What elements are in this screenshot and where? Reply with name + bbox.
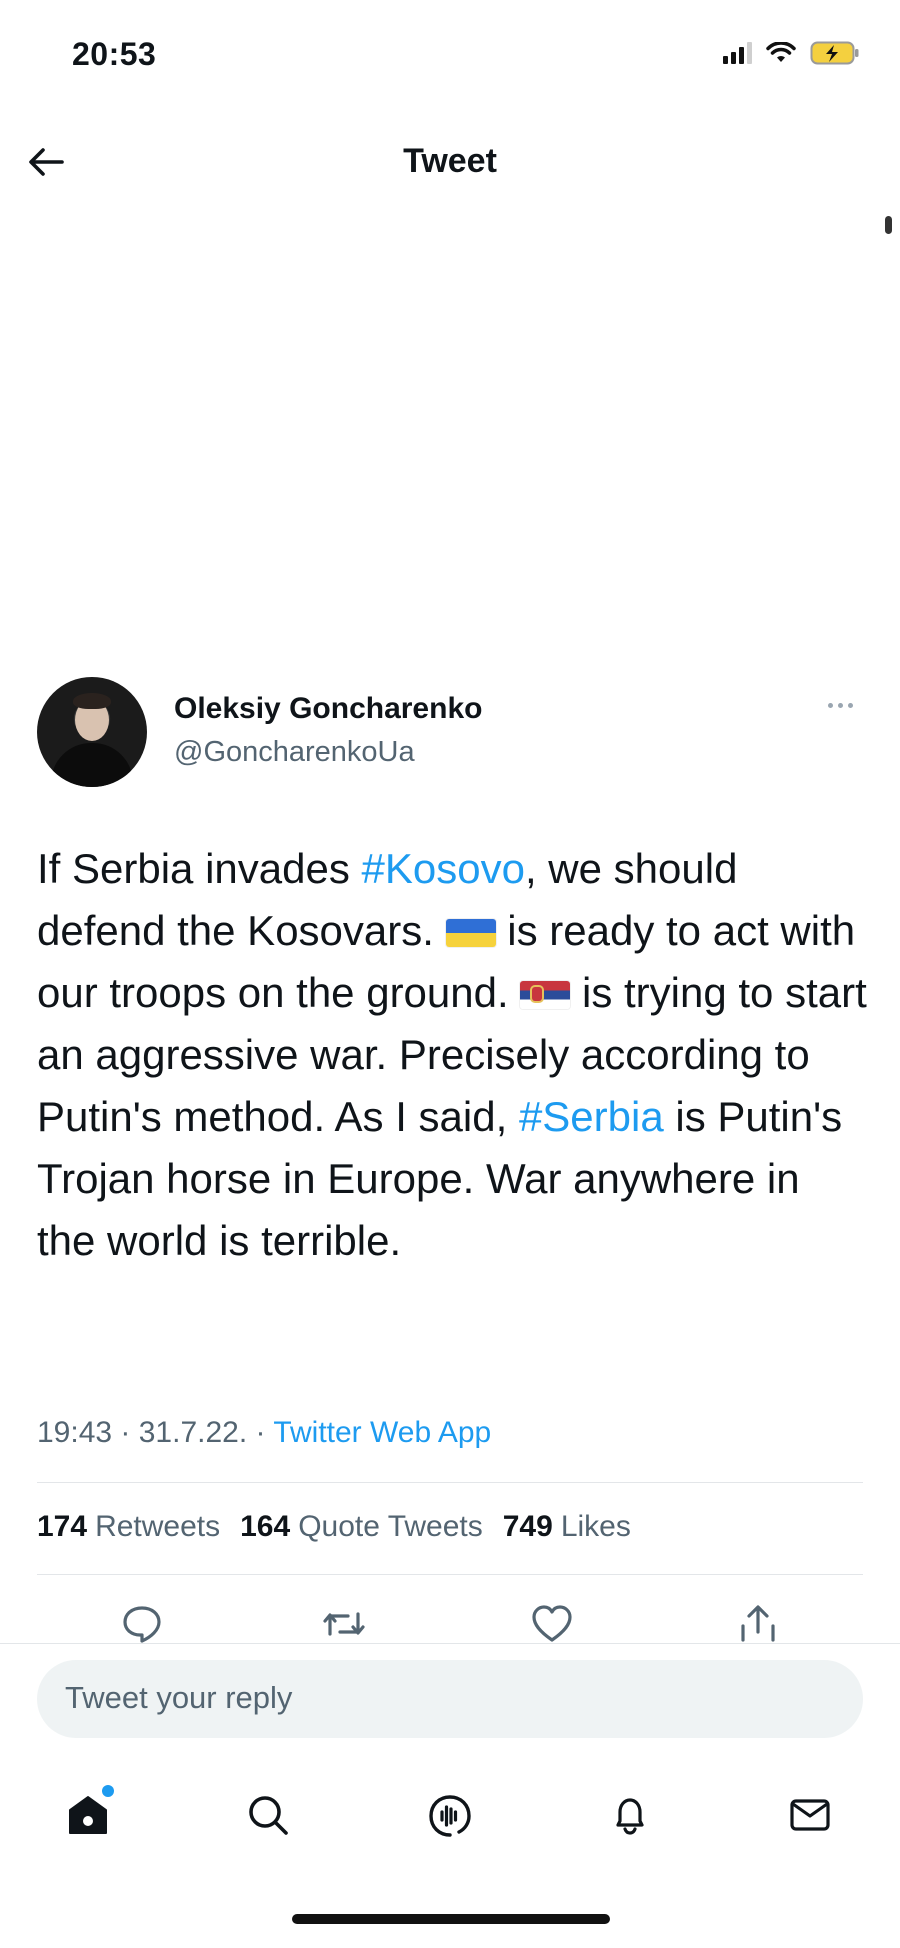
quote-tweets-stat[interactable]: 164 Quote Tweets [240,1510,483,1544]
home-icon [69,1796,107,1834]
author-name[interactable]: Oleksiy Goncharenko [174,692,482,726]
retweet-icon [323,1612,365,1636]
tweet-meta: 19:43 · 31.7.22. · Twitter Web App [37,1416,492,1449]
scroll-indicator [885,216,892,234]
reply-bar-divider [0,1643,900,1644]
share-button[interactable] [734,1600,782,1648]
reply-button[interactable] [118,1600,166,1648]
like-button[interactable] [528,1600,576,1648]
tweet-source-link[interactable]: Twitter Web App [273,1416,491,1449]
page-title: Tweet [403,142,497,180]
spaces-icon [429,1795,471,1837]
battery-charging-icon [810,41,859,65]
share-icon [741,1605,775,1642]
divider [37,1482,863,1483]
search-icon [249,1796,288,1835]
tab-search[interactable] [240,1787,296,1843]
reply-icon [123,1606,161,1643]
retweets-stat[interactable]: 174 Retweets [37,1510,220,1544]
like-icon [532,1605,572,1642]
divider [37,1574,863,1575]
retweet-button[interactable] [320,1600,368,1648]
more-dots-icon [827,702,833,708]
tweet-stats: 174 Retweets 164 Quote Tweets 749 Likes [37,1510,631,1544]
status-icons [723,40,860,66]
tab-home[interactable] [60,1785,116,1843]
reply-placeholder: Tweet your reply [65,1680,293,1715]
tweet-time: 19:43 [37,1416,113,1449]
notification-dot [102,1785,114,1797]
serbia-flag-icon [520,981,571,1009]
avatar[interactable] [37,677,147,787]
home-indicator[interactable] [292,1914,610,1924]
messages-icon [790,1799,830,1831]
tweet-text-part: If Serbia invades [37,845,362,892]
wifi-icon [766,42,796,62]
tweet-date: 31.7.22. [138,1416,248,1449]
cellular-signal-icon [723,42,752,64]
reply-input[interactable]: Tweet your reply [37,1660,863,1738]
tab-notifications[interactable] [602,1787,658,1843]
tweet-text: If Serbia invades #Kosovo, we should def… [37,838,867,1272]
tweet-detail-screen: 20:53 Tweet Oleksiy Goncharenko @Gonchar… [0,0,900,1948]
ukraine-flag-icon [445,919,496,947]
notifications-icon [616,1798,644,1835]
status-time: 20:53 [72,36,157,72]
hashtag-serbia-link[interactable]: #Serbia [519,1093,664,1140]
tab-messages[interactable] [782,1787,838,1843]
tab-spaces[interactable] [422,1787,478,1843]
author-handle[interactable]: @GoncharenkoUa [174,736,415,769]
hashtag-kosovo-link[interactable]: #Kosovo [362,845,525,892]
more-options-button[interactable] [820,692,860,718]
likes-stat[interactable]: 749 Likes [503,1510,631,1544]
